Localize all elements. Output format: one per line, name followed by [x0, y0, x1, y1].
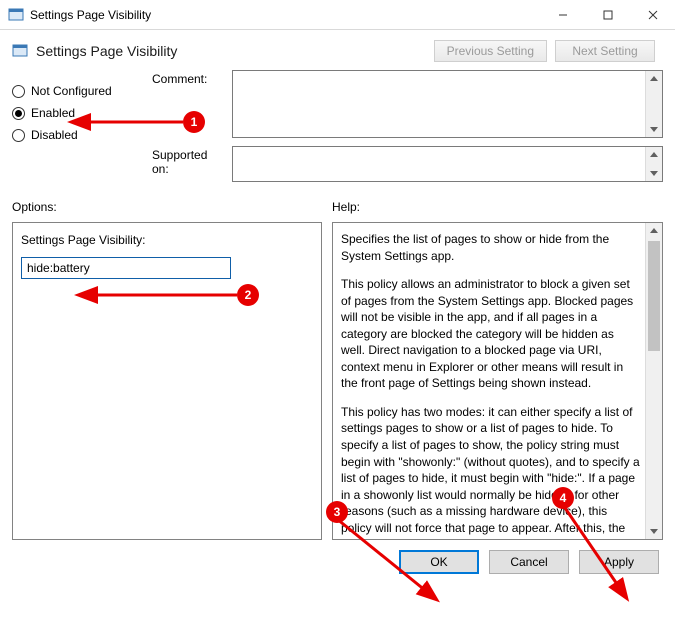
window-title: Settings Page Visibility — [30, 8, 540, 22]
help-pane: Specifies the list of pages to show or h… — [332, 222, 663, 540]
close-button[interactable] — [630, 0, 675, 29]
ok-button[interactable]: OK — [399, 550, 479, 574]
help-paragraph: This policy allows an administrator to b… — [341, 276, 640, 392]
scrollbar[interactable] — [645, 147, 662, 181]
scrollbar[interactable] — [645, 223, 662, 539]
dialog-buttons: OK Cancel Apply — [0, 540, 675, 584]
settings-page-visibility-input[interactable] — [21, 257, 231, 279]
comment-textarea[interactable] — [232, 70, 663, 138]
policy-icon — [12, 43, 28, 59]
help-paragraph: Specifies the list of pages to show or h… — [341, 231, 640, 264]
supported-on-textarea[interactable] — [232, 146, 663, 182]
supported-on-label: Supported on: — [152, 146, 232, 176]
radio-icon — [12, 85, 25, 98]
help-label: Help: — [332, 200, 360, 214]
radio-label: Disabled — [31, 128, 78, 142]
next-setting-button[interactable]: Next Setting — [555, 40, 655, 62]
previous-setting-button[interactable]: Previous Setting — [434, 40, 547, 62]
radio-enabled[interactable]: Enabled — [12, 106, 152, 120]
apply-button[interactable]: Apply — [579, 550, 659, 574]
options-pane: Settings Page Visibility: — [12, 222, 322, 540]
state-radio-group: Not Configured Enabled Disabled — [12, 70, 152, 182]
scrollbar[interactable] — [645, 71, 662, 137]
cancel-button[interactable]: Cancel — [489, 550, 569, 574]
radio-disabled[interactable]: Disabled — [12, 128, 152, 142]
page-title: Settings Page Visibility — [36, 43, 177, 59]
maximize-button[interactable] — [585, 0, 630, 29]
comment-label: Comment: — [152, 70, 232, 86]
minimize-button[interactable] — [540, 0, 585, 29]
app-icon — [8, 7, 24, 23]
scrollbar-thumb[interactable] — [648, 241, 660, 351]
radio-label: Enabled — [31, 106, 75, 120]
radio-icon — [12, 107, 25, 120]
option-field-label: Settings Page Visibility: — [21, 233, 313, 247]
help-paragraph: This policy has two modes: it can either… — [341, 404, 640, 540]
radio-not-configured[interactable]: Not Configured — [12, 84, 152, 98]
header: Settings Page Visibility Previous Settin… — [0, 30, 675, 66]
radio-label: Not Configured — [31, 84, 112, 98]
title-bar: Settings Page Visibility — [0, 0, 675, 30]
radio-icon — [12, 129, 25, 142]
options-label: Options: — [12, 200, 332, 214]
